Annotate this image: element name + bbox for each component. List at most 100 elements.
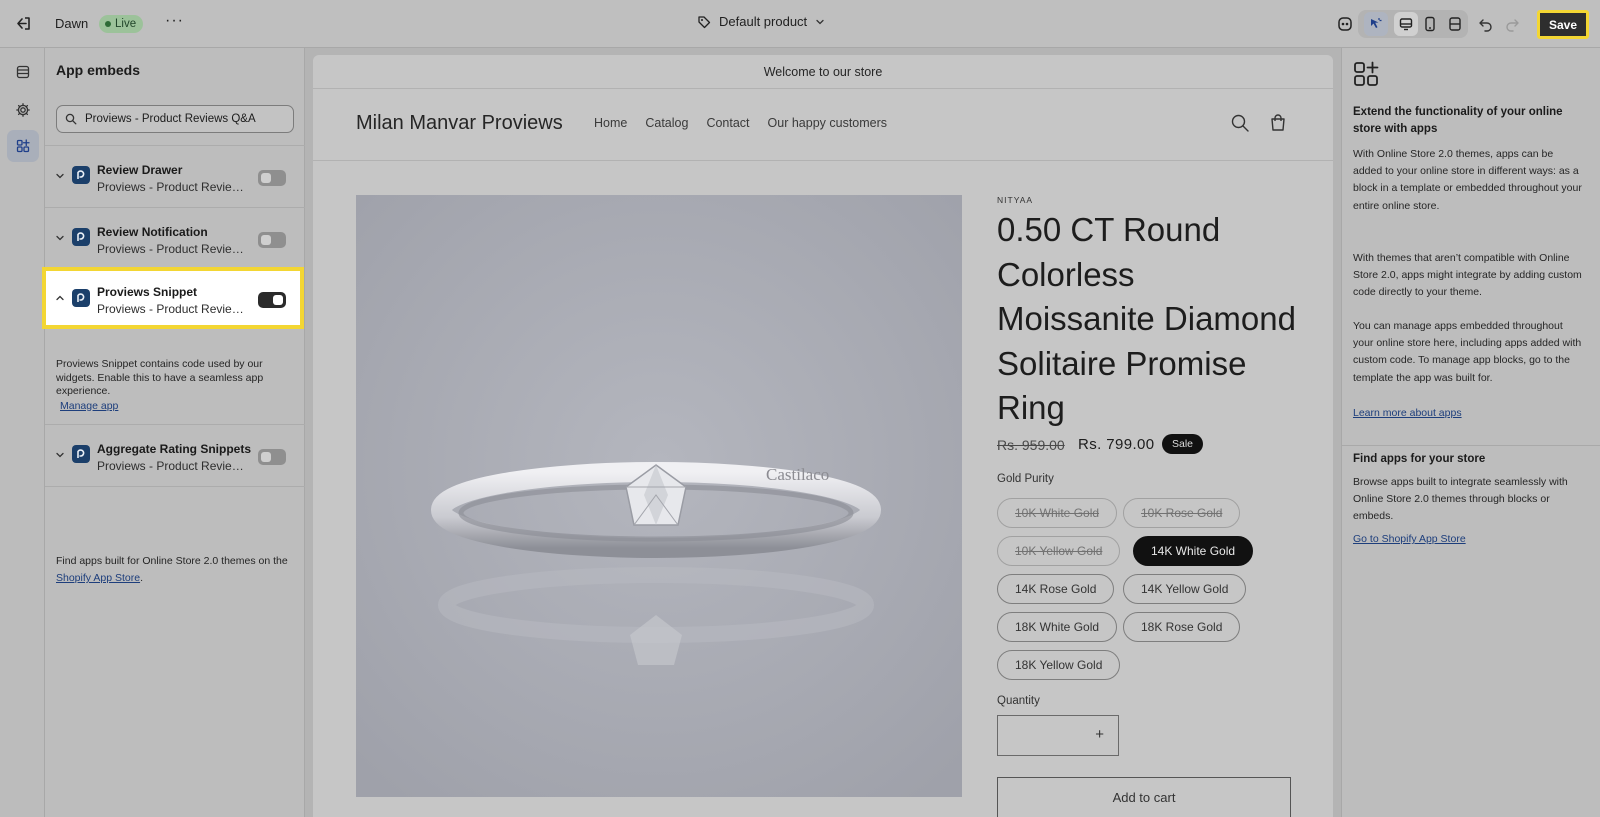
compare-price: Rs. 959.00 bbox=[997, 437, 1065, 453]
nav-happy-customers[interactable]: Our happy customers bbox=[768, 116, 888, 130]
info-panel: Extend the functionality of your online … bbox=[1341, 48, 1600, 817]
select-cursor-icon[interactable] bbox=[1364, 12, 1388, 36]
embed-review-notification[interactable]: Review Notification Proviews - Product R… bbox=[45, 207, 305, 269]
proviews-app-icon bbox=[72, 166, 90, 184]
cart-icon[interactable] bbox=[1268, 113, 1288, 133]
sale-price: Rs. 799.00 bbox=[1078, 436, 1155, 453]
variant-pill[interactable]: 18K Rose Gold bbox=[1123, 612, 1241, 642]
toggle-knob bbox=[273, 295, 283, 305]
nav-catalog[interactable]: Catalog bbox=[645, 116, 688, 130]
snippet-description: Proviews Snippet contains code used by o… bbox=[56, 358, 288, 413]
search-icon[interactable] bbox=[1230, 113, 1250, 133]
footer-end: . bbox=[140, 572, 143, 584]
find-apps-heading: Find apps for your store bbox=[1353, 453, 1486, 465]
variant-pill[interactable]: 14K Rose Gold bbox=[997, 574, 1115, 604]
left-rail bbox=[0, 48, 45, 817]
desktop-view-icon[interactable] bbox=[1394, 12, 1418, 36]
mobile-view-icon[interactable] bbox=[1420, 14, 1440, 34]
variant-pill[interactable]: 10K White Gold bbox=[997, 498, 1118, 528]
embed-name: Proviews Snippet bbox=[97, 285, 198, 299]
chevron-down-icon[interactable] bbox=[55, 233, 65, 243]
apps-icon bbox=[1352, 60, 1380, 88]
embed-toggle[interactable] bbox=[258, 292, 286, 308]
variant-pill[interactable]: 14K Yellow Gold bbox=[1123, 574, 1247, 604]
variant-pill[interactable]: 10K Yellow Gold bbox=[997, 536, 1121, 566]
embed-name: Review Notification bbox=[97, 225, 208, 239]
undo-icon[interactable] bbox=[1476, 14, 1496, 34]
fullscreen-icon[interactable] bbox=[1445, 14, 1465, 34]
store-name[interactable]: Milan Manvar Proviews bbox=[356, 112, 563, 135]
variant-pill[interactable]: 10K Rose Gold bbox=[1123, 498, 1241, 528]
variant-pill[interactable]: 18K White Gold bbox=[997, 612, 1118, 642]
panel-title: App embeds bbox=[56, 62, 141, 78]
embed-app-name: Proviews - Product Reviews Q&A bbox=[97, 180, 252, 194]
proviews-app-icon bbox=[72, 289, 90, 307]
app-embeds-icon[interactable] bbox=[7, 130, 39, 162]
quantity-stepper[interactable]: + bbox=[997, 715, 1119, 756]
announcement-bar: Welcome to our store bbox=[313, 55, 1333, 89]
product-image[interactable]: Castilaco bbox=[356, 195, 962, 797]
find-apps-paragraph: Browse apps built to integrate seamlessl… bbox=[1353, 476, 1568, 523]
extend-paragraph-3: You can manage apps embedded throughout … bbox=[1353, 320, 1582, 384]
theme-name: Dawn bbox=[55, 16, 89, 31]
extend-heading: Extend the functionality of your online … bbox=[1353, 106, 1563, 135]
divider bbox=[45, 486, 305, 487]
chevron-down-icon[interactable] bbox=[55, 171, 65, 181]
search-field[interactable] bbox=[56, 105, 294, 133]
embed-name: Review Drawer bbox=[97, 163, 183, 177]
embed-app-name: Proviews - Product Reviews Q&A bbox=[97, 302, 252, 316]
toggle-knob bbox=[261, 235, 271, 245]
live-label: Live bbox=[115, 18, 137, 30]
embed-app-name: Proviews - Product Reviews Q&A bbox=[97, 459, 252, 473]
chevron-up-icon[interactable] bbox=[55, 293, 65, 303]
quantity-label: Quantity bbox=[997, 695, 1040, 707]
proviews-app-icon bbox=[72, 228, 90, 246]
store-preview: Welcome to our store Milan Manvar Provie… bbox=[313, 55, 1333, 817]
tag-icon bbox=[698, 15, 711, 28]
embed-proviews-snippet[interactable]: Proviews Snippet Proviews - Product Revi… bbox=[42, 267, 304, 329]
embed-app-name: Proviews - Product Reviews Q&A bbox=[97, 242, 252, 256]
chevron-down-icon[interactable] bbox=[55, 450, 65, 460]
embed-toggle[interactable] bbox=[258, 232, 286, 248]
template-selector[interactable]: Default product bbox=[697, 14, 825, 29]
embed-aggregate-rating-snippets[interactable]: Aggregate Rating Snippets Proviews - Pro… bbox=[45, 424, 305, 486]
divider bbox=[1342, 445, 1600, 446]
embed-toggle[interactable] bbox=[258, 170, 286, 186]
live-dot-icon bbox=[105, 21, 111, 27]
theme-settings-icon[interactable] bbox=[7, 94, 39, 126]
embed-name: Aggregate Rating Snippets bbox=[97, 442, 252, 456]
product-vendor: NITYAA bbox=[997, 195, 1034, 205]
search-input[interactable] bbox=[85, 113, 285, 125]
exit-icon[interactable] bbox=[14, 14, 34, 34]
live-badge: Live bbox=[99, 15, 144, 33]
search-icon bbox=[65, 113, 77, 125]
template-label: Default product bbox=[719, 14, 808, 29]
quantity-plus-button[interactable]: + bbox=[1095, 726, 1104, 743]
nav-home[interactable]: Home bbox=[594, 116, 627, 130]
go-to-app-store-link[interactable]: Go to Shopify App Store bbox=[1353, 533, 1466, 545]
footer-text: Find apps built for Online Store 2.0 the… bbox=[56, 555, 288, 567]
redo-icon[interactable] bbox=[1502, 14, 1522, 34]
toggle-knob bbox=[261, 452, 271, 462]
top-bar: Dawn Live ··· Default product Save bbox=[0, 0, 1600, 48]
proviews-app-icon bbox=[72, 445, 90, 463]
product-title: 0.50 CT Round Colorless Moissanite Diamo… bbox=[997, 211, 1296, 426]
variant-pill-selected[interactable]: 14K White Gold bbox=[1133, 536, 1254, 566]
more-actions-button[interactable]: ··· bbox=[165, 12, 184, 30]
save-button[interactable]: Save bbox=[1537, 10, 1589, 39]
shopify-app-store-link[interactable]: Shopify App Store bbox=[56, 572, 140, 584]
main-nav: Home Catalog Contact Our happy customers bbox=[594, 116, 887, 130]
learn-more-link[interactable]: Learn more about apps bbox=[1353, 407, 1462, 419]
add-to-cart-button[interactable]: Add to cart bbox=[997, 777, 1291, 817]
embed-review-drawer[interactable]: Review Drawer Proviews - Product Reviews… bbox=[45, 145, 305, 207]
embed-toggle[interactable] bbox=[258, 449, 286, 465]
manage-app-link[interactable]: Manage app bbox=[60, 400, 288, 414]
variant-pill[interactable]: 18K Yellow Gold bbox=[997, 650, 1121, 680]
sections-icon[interactable] bbox=[7, 56, 39, 88]
save-label: Save bbox=[1548, 17, 1578, 32]
extend-paragraph-2: With themes that aren’t compatible with … bbox=[1353, 252, 1582, 299]
inspector-icon[interactable] bbox=[1335, 14, 1355, 34]
nav-contact[interactable]: Contact bbox=[706, 116, 749, 130]
option-label: Gold Purity bbox=[997, 473, 1054, 485]
chevron-down-icon bbox=[816, 19, 824, 24]
